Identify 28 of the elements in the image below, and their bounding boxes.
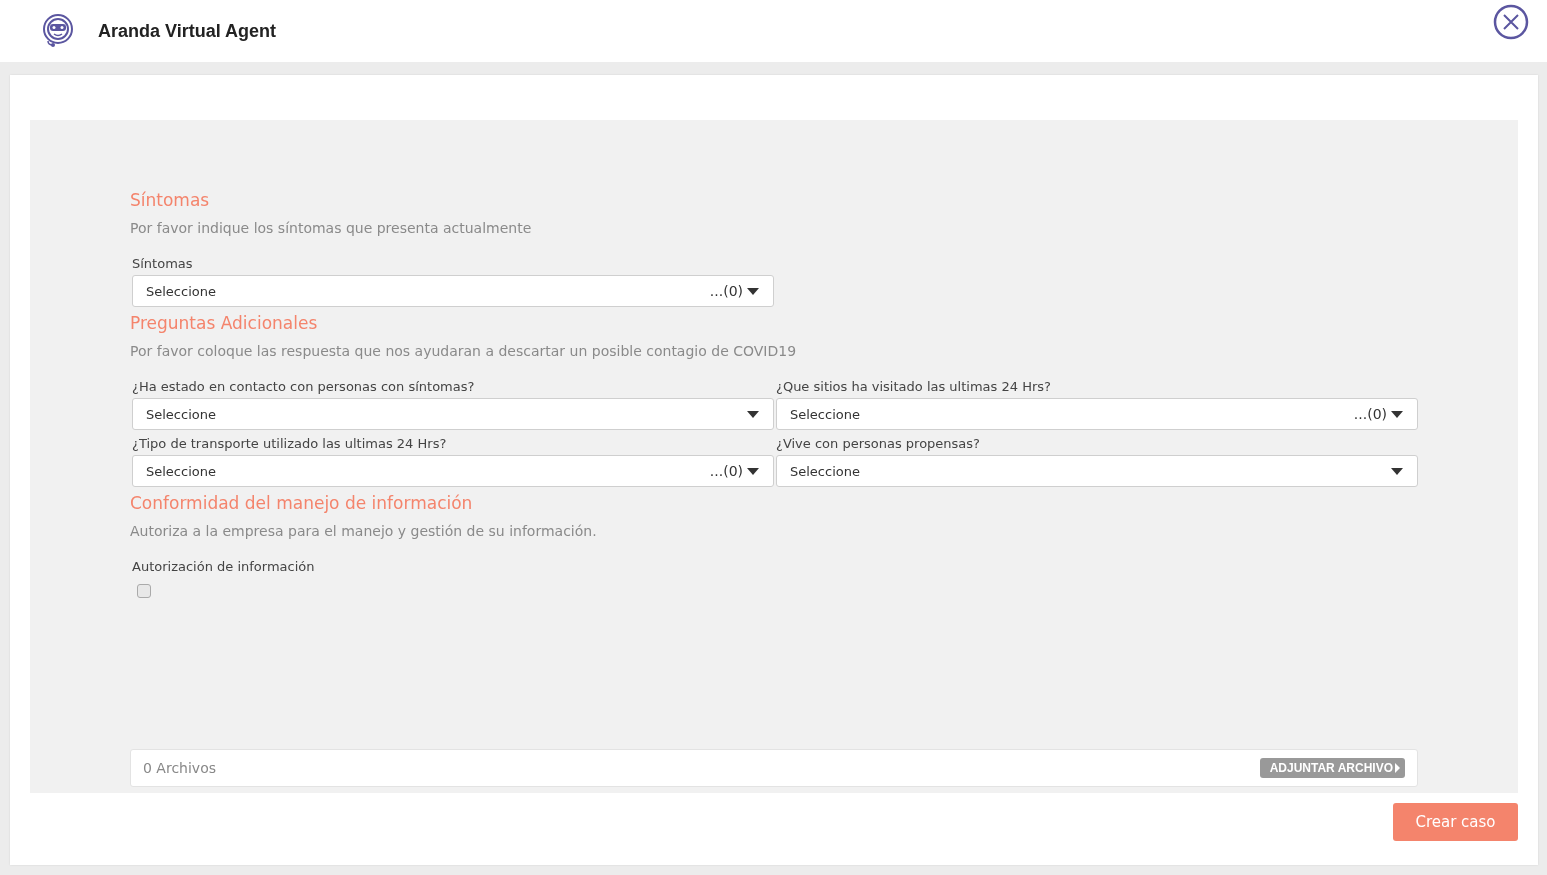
close-button[interactable] bbox=[1493, 4, 1529, 40]
caret-icon bbox=[1391, 467, 1403, 475]
section-description: Autoriza a la empresa para el manejo y gestión de su información. bbox=[130, 523, 598, 539]
select-field[interactable]: Seleccione ...(0) bbox=[776, 398, 1418, 430]
field-label: ¿Vive con personas propensas? bbox=[776, 436, 981, 451]
section-title: Preguntas Adicionales bbox=[130, 313, 319, 333]
app-title: Aranda Virtual Agent bbox=[98, 20, 277, 42]
caret-icon bbox=[747, 287, 759, 295]
section-title: Conformidad del manejo de información bbox=[130, 493, 474, 513]
robot-headset-icon bbox=[40, 13, 76, 49]
section-title: Síntomas bbox=[130, 190, 211, 210]
caret-icon bbox=[1395, 763, 1400, 773]
caret-icon bbox=[1391, 410, 1403, 418]
section-description: Por favor coloque las respuesta que nos ayudaran a descartar un posible contagio de COVID19 bbox=[130, 343, 798, 359]
field-label: ¿Tipo de transporte utilizado las ultimas 24 Hrs? bbox=[132, 436, 448, 451]
section-description: Por favor indique los síntomas que presenta actualmente bbox=[130, 220, 533, 236]
attachment-count: 0 Archivos bbox=[143, 760, 216, 776]
select-field[interactable]: Seleccione bbox=[132, 398, 774, 430]
field-label: Autorización de información bbox=[132, 559, 316, 574]
select-field[interactable]: Seleccione ...(0) bbox=[132, 455, 774, 487]
field-label: Síntomas bbox=[132, 256, 194, 271]
field-label: ¿Que sitios ha visitado las ultimas 24 Hrs? bbox=[776, 379, 1052, 394]
field-label: ¿Ha estado en contacto con personas con síntomas? bbox=[132, 379, 476, 394]
select-field[interactable]: Seleccione bbox=[776, 455, 1418, 487]
select-field[interactable]: Seleccione ...(0) bbox=[132, 275, 774, 307]
caret-icon bbox=[747, 410, 759, 418]
caret-icon bbox=[747, 467, 759, 475]
checkbox[interactable] bbox=[137, 584, 151, 598]
